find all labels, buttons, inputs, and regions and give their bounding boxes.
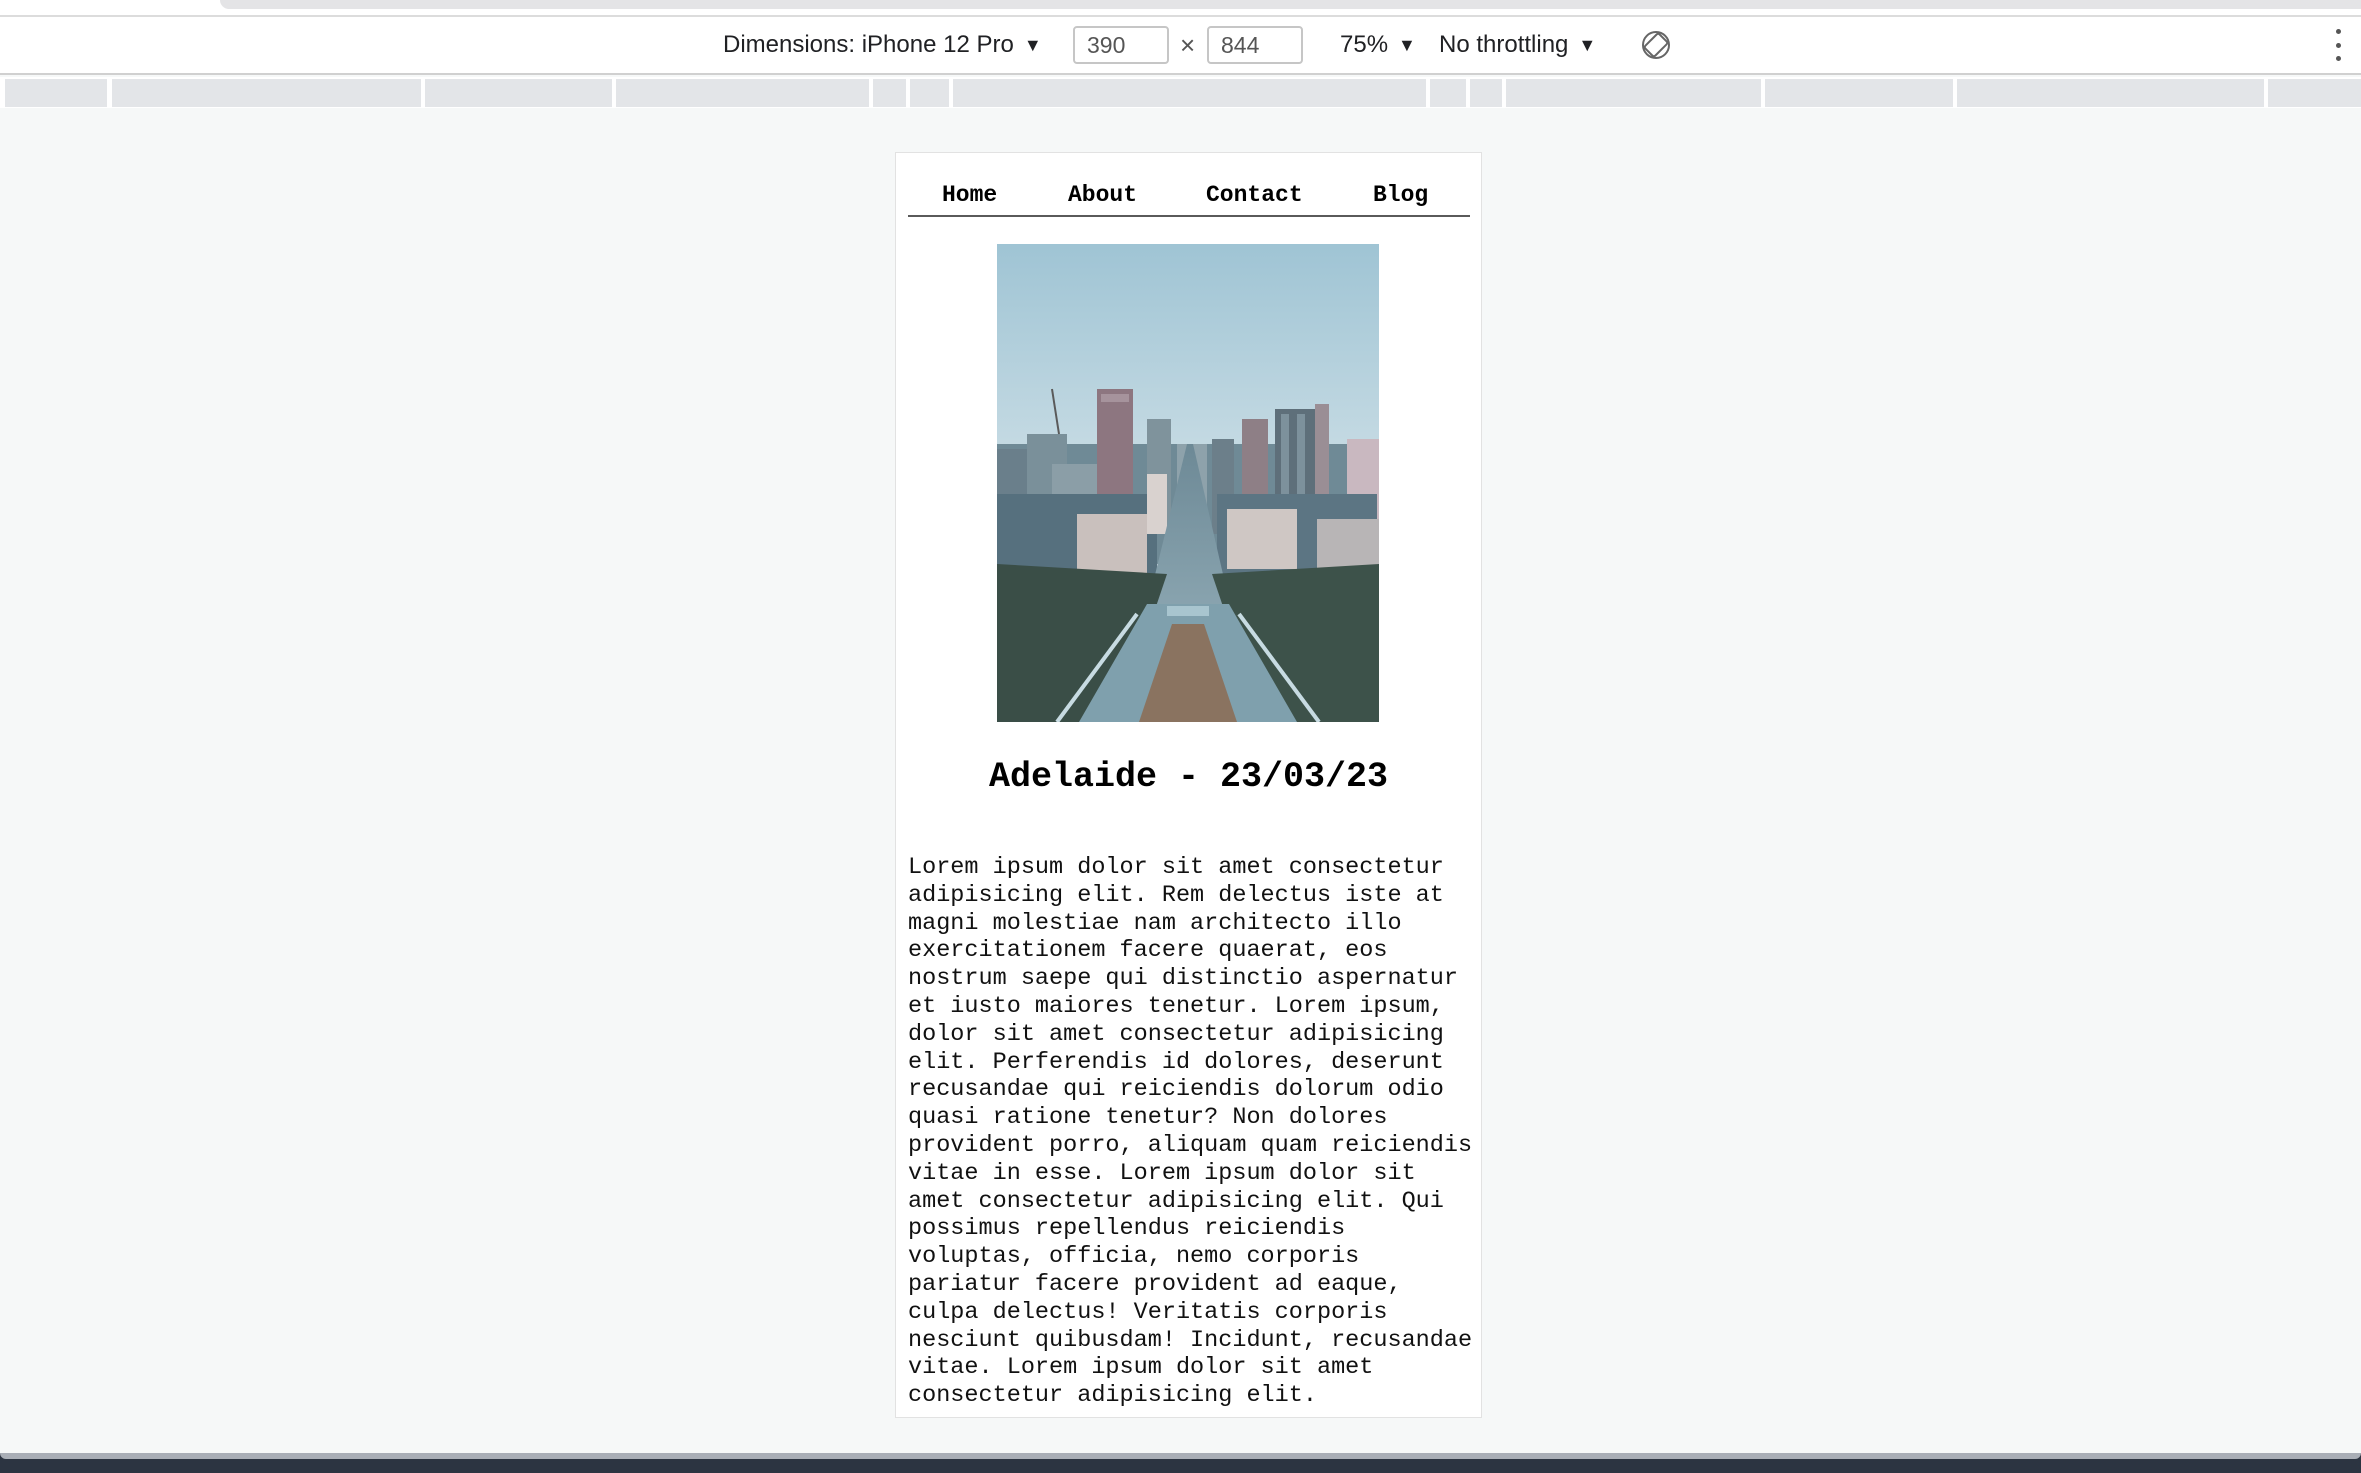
throttling-label: No throttling [1439,31,1569,58]
nav-link-blog[interactable]: Blog [1373,179,1428,211]
throttling-dropdown[interactable]: No throttling ▼ [1439,17,1596,73]
horizontal-scrollbar[interactable] [220,0,2361,9]
width-input[interactable]: 390 [1073,26,1169,64]
height-input[interactable]: 844 [1207,26,1303,64]
window-bottom-edge [0,1453,2361,1459]
city-skyline-image [997,244,1379,722]
media-query-segment[interactable] [1957,79,2264,107]
media-query-segment[interactable] [1506,79,1761,107]
media-query-segment[interactable] [953,79,1426,107]
media-query-segment[interactable] [616,79,869,107]
nav-link-home[interactable]: Home [942,179,997,211]
chevron-down-icon: ▼ [1023,34,1042,55]
media-query-segment[interactable] [873,79,906,107]
bottom-dock-strip [0,1453,2361,1473]
media-query-segment[interactable] [425,79,612,107]
device-viewport: Home About Contact Blog Adelaide - 23/03… [895,152,1482,1418]
times-symbol: × [1180,29,1196,60]
media-query-ruler [0,77,2361,108]
post-title: Adelaide - 23/03/23 [988,757,1389,797]
nav-link-contact[interactable]: Contact [1206,179,1303,211]
media-query-segment[interactable] [1430,79,1466,107]
rotate-icon[interactable] [1640,29,1672,61]
chevron-down-icon: ▼ [1398,34,1416,55]
zoom-label: 75% [1340,31,1389,58]
dimensions-label: Dimensions: iPhone 12 Pro [723,31,1014,58]
nav-link-about[interactable]: About [1068,179,1137,211]
site-nav: Home About Contact Blog [908,179,1470,217]
media-query-segment[interactable] [5,79,107,107]
media-query-segment[interactable] [2268,79,2361,107]
media-query-segment[interactable] [1470,79,1502,107]
device-dimensions-dropdown[interactable]: Dimensions: iPhone 12 Pro ▼ [723,17,1042,73]
device-toolbar: Dimensions: iPhone 12 Pro ▼ 390 × 844 75… [0,17,2361,75]
media-query-segment[interactable] [910,79,949,107]
zoom-dropdown[interactable]: 75% ▼ [1340,17,1416,73]
media-query-segment[interactable] [1765,79,1953,107]
more-vert-icon[interactable] [2333,29,2343,61]
chevron-down-icon: ▼ [1578,34,1597,55]
media-query-segment[interactable] [112,79,421,107]
post-body: Lorem ipsum dolor sit amet consectetur a… [908,854,1473,1410]
browser-top-strip [0,0,2361,17]
